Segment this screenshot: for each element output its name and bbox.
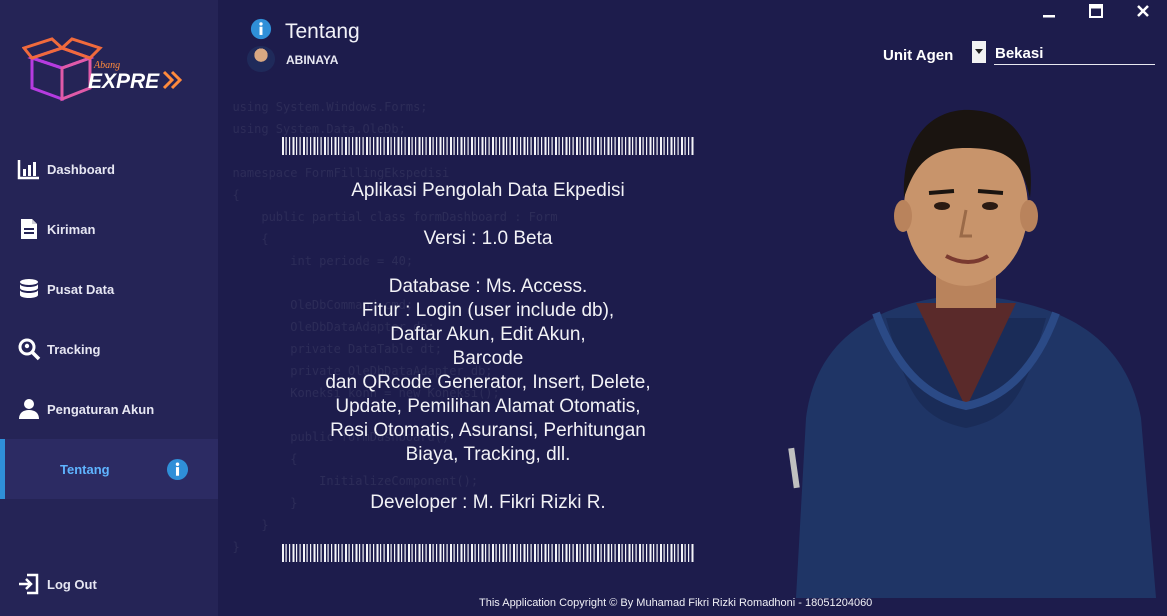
minimize-button[interactable] (1038, 4, 1060, 22)
sidebar-item-label: Dashboard (47, 161, 115, 177)
bar-chart-icon (17, 160, 39, 180)
about-line: Update, Pemilihan Alamat Otomatis, (335, 396, 641, 417)
svg-text:EXPRE: EXPRE (88, 70, 160, 93)
developer-credit: Developer : M. Fikri Rizki R. (370, 492, 606, 513)
sidebar-item-tracking[interactable]: Tracking (0, 320, 218, 378)
database-icon (20, 279, 38, 298)
sidebar-item-label: Kiriman (47, 221, 96, 237)
info-icon (166, 458, 189, 480)
close-button[interactable] (1132, 4, 1154, 22)
about-line: dan QRcode Generator, Insert, Delete, (325, 372, 651, 393)
user-name: ABINAYA (286, 53, 339, 67)
minimize-icon (1043, 15, 1055, 18)
about-line: Resi Otomatis, Asuransi, Perhitungan (330, 420, 646, 441)
document-icon (21, 219, 37, 239)
info-icon (250, 18, 272, 40)
sidebar-item-kiriman[interactable]: Kiriman (0, 200, 218, 258)
maximize-button[interactable] (1085, 4, 1107, 22)
logout-label: Log Out (47, 576, 97, 592)
avatar (247, 46, 275, 72)
logout-icon (19, 573, 39, 595)
about-line: Barcode (452, 348, 524, 369)
active-indicator (0, 439, 5, 499)
magnifier-icon (18, 338, 41, 361)
barcode-bottom (282, 544, 694, 562)
page-title: Tentang (285, 20, 360, 43)
app-version: Versi : 1.0 Beta (423, 228, 553, 249)
barcode-top (282, 137, 694, 155)
logout-button[interactable]: Log Out (0, 555, 218, 613)
unit-agen-dropdown-button[interactable] (972, 41, 986, 63)
user-icon (19, 399, 39, 419)
about-content: Aplikasi Pengolah Data Ekpedisi Versi : … (268, 179, 708, 515)
unit-agen-field[interactable]: Bekasi (994, 45, 1155, 65)
about-line: Database : Ms. Access. (388, 276, 588, 297)
sidebar-item-pusat-data[interactable]: Pusat Data (0, 260, 218, 318)
sidebar-item-label: Tentang (60, 461, 110, 477)
main-panel: using System.Windows.Forms; using System… (218, 0, 1167, 616)
maximize-icon (1089, 4, 1103, 18)
unit-agen-label: Unit Agen (883, 47, 954, 64)
developer-photo (788, 109, 1156, 598)
sidebar-item-tentang[interactable]: Tentang (0, 439, 218, 499)
sidebar-item-label: Pengaturan Akun (47, 401, 155, 417)
about-line: Fitur : Login (user include db), (361, 300, 615, 321)
sidebar: Abang EXPRE Dashboard Kiriman Pusat Data (0, 0, 218, 616)
sidebar-item-dashboard[interactable]: Dashboard (0, 140, 218, 198)
sidebar-item-label: Pusat Data (47, 281, 115, 297)
chevron-down-icon (975, 49, 983, 54)
sidebar-item-label: Tracking (47, 341, 101, 357)
abang-express-logo: Abang EXPRE (22, 37, 183, 102)
copyright-footer: This Application Copyright © By Muhamad … (479, 597, 873, 609)
close-icon (1137, 5, 1149, 17)
about-line: Daftar Akun, Edit Akun, (390, 324, 586, 345)
sidebar-item-pengaturan-akun[interactable]: Pengaturan Akun (0, 380, 218, 438)
app-name: Aplikasi Pengolah Data Ekpedisi (351, 180, 625, 201)
about-line: Biaya, Tracking, dll. (405, 444, 571, 465)
